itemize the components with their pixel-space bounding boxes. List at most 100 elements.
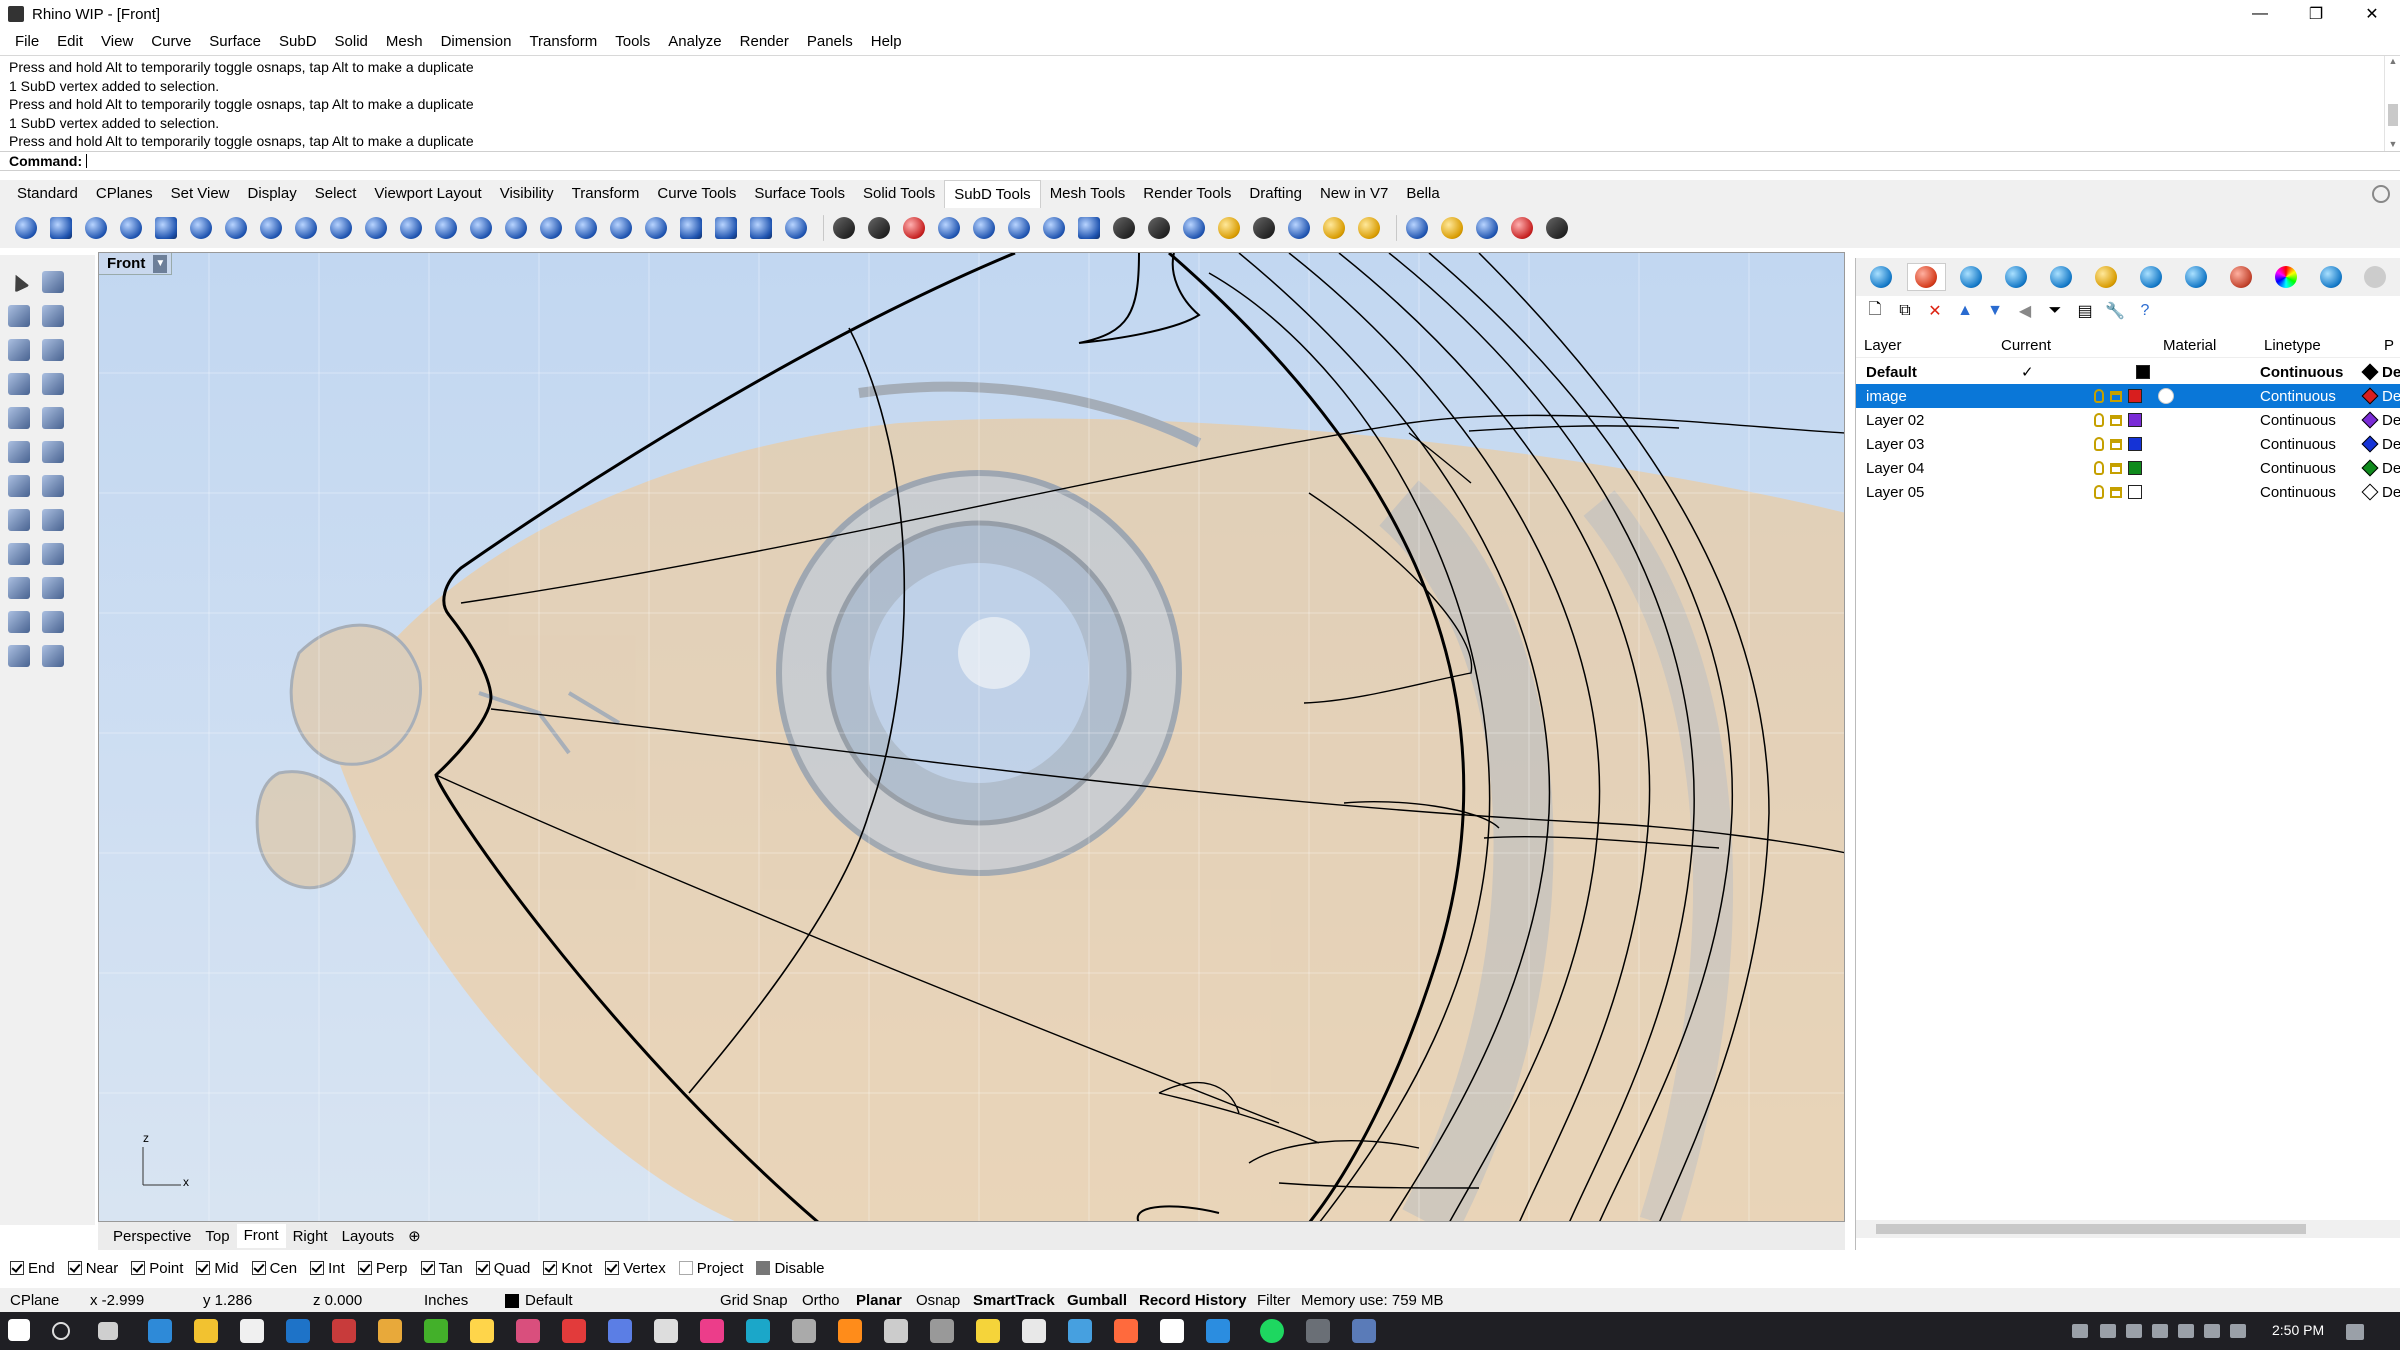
subd-reflect-icon[interactable] bbox=[935, 214, 963, 242]
print-color-diamond-icon[interactable] bbox=[2361, 459, 2379, 477]
print-width-text[interactable]: De bbox=[2382, 436, 2400, 453]
layer-linetype[interactable]: Continuous bbox=[2260, 388, 2336, 405]
tray-chevron-icon[interactable] bbox=[2072, 1324, 2088, 1338]
move-down-icon[interactable]: ▼ bbox=[1984, 300, 2006, 322]
arc-icon[interactable] bbox=[4, 437, 34, 467]
app-icon-12[interactable] bbox=[930, 1319, 954, 1343]
layer-row[interactable]: Layer 05 Continuous De bbox=[1856, 480, 2400, 504]
block-icon[interactable] bbox=[38, 301, 68, 331]
onedrive-icon[interactable] bbox=[2100, 1324, 2116, 1338]
array-icon[interactable] bbox=[4, 573, 34, 603]
checkbox-icon[interactable] bbox=[543, 1261, 558, 1275]
tab-render-tools[interactable]: Render Tools bbox=[1134, 180, 1240, 208]
visibility-bulb-icon[interactable] bbox=[2094, 413, 2104, 427]
store-icon[interactable] bbox=[240, 1319, 264, 1343]
layer-name[interactable]: Layer 02 bbox=[1866, 412, 1924, 429]
menu-view[interactable]: View bbox=[92, 33, 142, 50]
checkbox-icon[interactable] bbox=[251, 1261, 266, 1275]
subd-cylinder-icon[interactable] bbox=[152, 214, 180, 242]
column-layer[interactable]: Layer bbox=[1864, 337, 1902, 354]
app-icon-9[interactable] bbox=[792, 1319, 816, 1343]
subd-ball-icon[interactable] bbox=[187, 214, 215, 242]
points-icon[interactable] bbox=[38, 573, 68, 603]
status-ortho[interactable]: Ortho bbox=[802, 1292, 840, 1309]
visibility-bulb-icon[interactable] bbox=[2094, 389, 2104, 403]
gumball-icon[interactable] bbox=[38, 607, 68, 637]
panel-tab-brush-icon[interactable] bbox=[2311, 263, 2350, 291]
tab-display[interactable]: Display bbox=[239, 180, 306, 208]
app-icon-8[interactable] bbox=[746, 1319, 770, 1343]
menu-solid[interactable]: Solid bbox=[326, 33, 377, 50]
volume-icon[interactable] bbox=[2178, 1324, 2194, 1338]
viewport-tab-perspective[interactable]: Perspective bbox=[106, 1228, 198, 1245]
subd-offset-icon[interactable] bbox=[572, 214, 600, 242]
osnap-tan[interactable]: Tan bbox=[420, 1260, 463, 1277]
spotify-icon[interactable] bbox=[1260, 1319, 1284, 1343]
osnap-point[interactable]: Point bbox=[131, 1260, 183, 1277]
tab-set-view[interactable]: Set View bbox=[162, 180, 239, 208]
delete-layer-icon[interactable]: ✕ bbox=[1924, 300, 1946, 322]
checkbox-icon[interactable] bbox=[605, 1261, 620, 1275]
sweep-icon[interactable] bbox=[38, 403, 68, 433]
column-material[interactable]: Material bbox=[2163, 337, 2216, 354]
tab-curve-tools[interactable]: Curve Tools bbox=[648, 180, 745, 208]
subd-brush-icon[interactable] bbox=[1355, 214, 1383, 242]
lock-icon[interactable] bbox=[4, 641, 34, 671]
panel-tab-named-views-icon[interactable] bbox=[2042, 263, 2081, 291]
panel-tab-environment-icon[interactable] bbox=[2176, 263, 2215, 291]
subd-delete-icon[interactable] bbox=[1508, 214, 1536, 242]
menu-tools[interactable]: Tools bbox=[606, 33, 659, 50]
checkbox-icon[interactable] bbox=[196, 1261, 211, 1275]
file-explorer-icon[interactable] bbox=[194, 1319, 218, 1343]
tab-subd-tools[interactable]: SubD Tools bbox=[944, 180, 1041, 208]
select-arrow-icon[interactable] bbox=[4, 267, 34, 297]
checkbox-icon[interactable] bbox=[756, 1261, 771, 1275]
split-icon[interactable] bbox=[38, 471, 68, 501]
close-button[interactable]: ✕ bbox=[2344, 0, 2400, 28]
viewport-tab-layouts[interactable]: Layouts bbox=[335, 1228, 402, 1245]
panel-tab-render-icon[interactable] bbox=[1952, 263, 1991, 291]
menu-surface[interactable]: Surface bbox=[200, 33, 270, 50]
settings-wrench-icon[interactable]: 🔧 bbox=[2104, 300, 2126, 322]
app-icon-7[interactable] bbox=[700, 1319, 724, 1343]
layer-color-swatch[interactable] bbox=[2128, 485, 2142, 499]
print-color-diamond-icon[interactable] bbox=[2361, 363, 2379, 381]
fillet-icon[interactable] bbox=[38, 437, 68, 467]
tab-bella[interactable]: Bella bbox=[1397, 180, 1448, 208]
layer-color-swatch[interactable] bbox=[2136, 365, 2150, 379]
subd-gold-tool-1-icon[interactable] bbox=[1215, 214, 1243, 242]
menu-file[interactable]: File bbox=[6, 33, 48, 50]
history-scrollbar[interactable]: ▲ ▼ bbox=[2384, 56, 2400, 153]
subd-ellipsoid-icon[interactable] bbox=[222, 214, 250, 242]
osnap-near[interactable]: Near bbox=[67, 1260, 118, 1277]
layer-row[interactable]: Default ✓ Continuous De bbox=[1856, 360, 2400, 384]
status-planar[interactable]: Planar bbox=[856, 1292, 902, 1309]
minimize-button[interactable]: — bbox=[2232, 0, 2288, 28]
subd-gold-sphere-icon[interactable] bbox=[1438, 214, 1466, 242]
subd-truncated-cone-icon[interactable] bbox=[117, 214, 145, 242]
viewport-tab-right[interactable]: Right bbox=[286, 1228, 335, 1245]
copy-icon[interactable] bbox=[38, 539, 68, 569]
print-width-text[interactable]: De bbox=[2382, 484, 2400, 501]
move-icon[interactable] bbox=[4, 539, 34, 569]
gear-icon[interactable] bbox=[2372, 185, 2390, 203]
tab-surface-tools[interactable]: Surface Tools bbox=[745, 180, 854, 208]
panel-tab-layers-icon[interactable] bbox=[1906, 263, 1946, 291]
notifications-icon[interactable] bbox=[2346, 1324, 2364, 1340]
menu-transform[interactable]: Transform bbox=[520, 33, 606, 50]
move-to-parent-icon[interactable]: ◀ bbox=[2014, 300, 2036, 322]
subd-select-icon[interactable] bbox=[1145, 214, 1173, 242]
subd-gold-tool-2-icon[interactable] bbox=[1320, 214, 1348, 242]
menu-analyze[interactable]: Analyze bbox=[659, 33, 730, 50]
front-viewport[interactable]: Front ▼ z x bbox=[98, 252, 1845, 1222]
status-grid-snap[interactable]: Grid Snap bbox=[720, 1292, 788, 1309]
current-layer-check-icon[interactable]: ✓ bbox=[2021, 363, 2034, 381]
osnap-end[interactable]: End bbox=[10, 1260, 55, 1277]
layer-row[interactable]: Layer 03 Continuous De bbox=[1856, 432, 2400, 456]
app-icon-1[interactable] bbox=[332, 1319, 356, 1343]
subd-to-nurbs-icon[interactable] bbox=[1005, 214, 1033, 242]
app-icon-14[interactable] bbox=[1022, 1319, 1046, 1343]
edge-icon[interactable] bbox=[148, 1319, 172, 1343]
layer-name[interactable]: Layer 04 bbox=[1866, 460, 1924, 477]
print-color-diamond-icon[interactable] bbox=[2361, 387, 2379, 405]
